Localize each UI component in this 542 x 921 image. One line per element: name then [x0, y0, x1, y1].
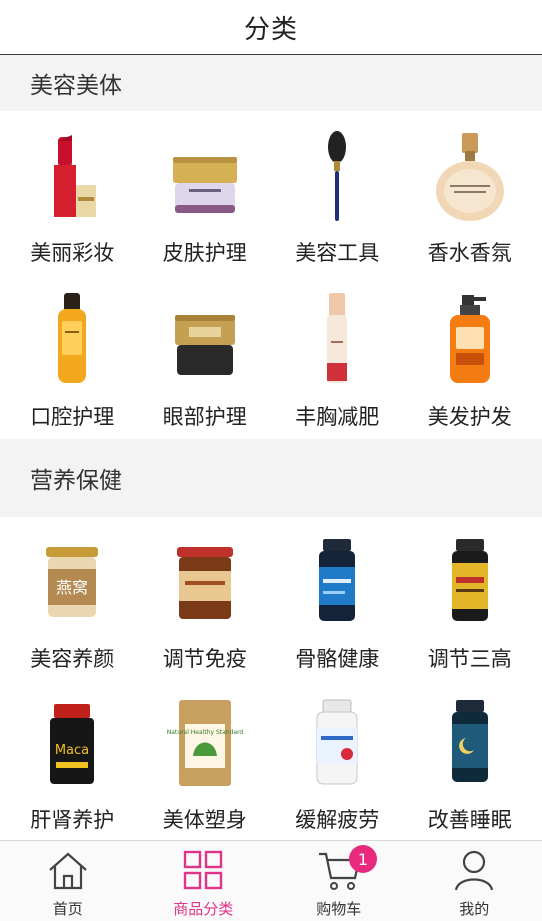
healthy-pouch-icon: Natural Healthy Standard [165, 694, 245, 790]
tab-label: 我的 [459, 900, 490, 918]
category-item-hair-care[interactable]: 美发护发 [404, 275, 537, 439]
category-label: 调节三高 [427, 647, 512, 671]
tab-profile[interactable]: 我的 [407, 841, 542, 921]
category-item-sleep[interactable]: 改善睡眠 [404, 678, 537, 839]
category-item-three-highs[interactable]: 调节三高 [404, 517, 537, 678]
category-item-fatigue-relief[interactable]: 缓解疲劳 [271, 678, 404, 839]
tab-home[interactable]: 首页 [0, 841, 136, 921]
sleep-bottle-icon [430, 694, 510, 790]
supplement-bottle-gold-icon [430, 533, 510, 629]
category-label: 美容养颜 [30, 647, 115, 671]
category-label: 口腔护理 [30, 405, 115, 429]
category-label: 美丽彩妆 [30, 241, 115, 265]
makeup-brush-icon [297, 127, 377, 223]
category-label: 香水香氛 [427, 241, 512, 265]
eye-cream-jar-icon [165, 291, 245, 387]
bottom-tab-bar: 首页 商品分类 1 购物车 我的 [0, 840, 542, 921]
category-item-skin-nourish[interactable]: 燕窝 美容养颜 [6, 517, 139, 678]
category-grid-nutrition: 燕窝 美容养颜 调节免疫 骨骼健康 调节三高 Maca 肝肾养护 Natural… [0, 517, 542, 839]
maca-bottle-icon: Maca [32, 694, 112, 790]
tab-categories[interactable]: 商品分类 [136, 841, 272, 921]
tab-label: 商品分类 [173, 900, 234, 918]
category-label: 美发护发 [427, 405, 512, 429]
category-label: 肝肾养护 [30, 808, 115, 832]
supplement-bottle-white-icon [297, 694, 377, 790]
supplement-bottle-blue-icon [297, 533, 377, 629]
cream-jar-icon [165, 127, 245, 223]
category-item-bone-health[interactable]: 骨骼健康 [271, 517, 404, 678]
lipstick-icon [32, 127, 112, 223]
cart-badge: 1 [349, 845, 377, 873]
svg-text:Natural Healthy Standard: Natural Healthy Standard [167, 729, 244, 736]
category-item-oral-care[interactable]: 口腔护理 [6, 275, 139, 439]
category-item-immunity[interactable]: 调节免疫 [139, 517, 272, 678]
category-item-slimming[interactable]: 丰胸减肥 [271, 275, 404, 439]
user-icon [455, 850, 494, 891]
section-header-nutrition: 营养保健 [0, 439, 542, 517]
home-icon [49, 852, 87, 890]
shampoo-bottle-icon [430, 291, 510, 387]
category-label: 骨骼健康 [295, 647, 380, 671]
category-grid-icon [184, 850, 223, 890]
tab-label: 首页 [52, 900, 83, 918]
category-label: 调节免疫 [162, 647, 247, 671]
category-item-body-shaping[interactable]: Natural Healthy Standard 美体塑身 [139, 678, 272, 839]
honey-jar-icon [165, 533, 245, 629]
tab-label: 购物车 [316, 900, 362, 918]
category-label: 美体塑身 [162, 808, 247, 832]
category-label: 眼部护理 [162, 405, 247, 429]
tab-cart[interactable]: 1 购物车 [271, 841, 407, 921]
category-item-perfume[interactable]: 香水香氛 [404, 111, 537, 275]
category-item-beauty-tools[interactable]: 美容工具 [271, 111, 404, 275]
yellow-bottle-icon [32, 291, 112, 387]
category-label: 皮肤护理 [162, 241, 247, 265]
birdnest-jar-icon: 燕窝 [32, 533, 112, 629]
category-label: 改善睡眠 [427, 808, 512, 832]
top-bar: 分类 [0, 0, 542, 55]
svg-text:Maca: Maca [55, 743, 89, 758]
category-grid-beauty: 美丽彩妆 皮肤护理 美容工具 香水香氛 口腔护理 眼部护理 丰胸减肥 美发护发 [0, 111, 542, 439]
category-label: 缓解疲劳 [295, 808, 380, 832]
section-header-beauty: 美容美体 [0, 55, 542, 111]
page-title: 分类 [243, 14, 298, 45]
pump-bottle-icon [297, 291, 377, 387]
category-item-makeup[interactable]: 美丽彩妆 [6, 111, 139, 275]
category-label: 美容工具 [295, 241, 380, 265]
perfume-bottle-icon [430, 127, 510, 223]
svg-text:燕窝: 燕窝 [56, 578, 88, 597]
category-item-eye-care[interactable]: 眼部护理 [139, 275, 272, 439]
category-label: 丰胸减肥 [295, 405, 380, 429]
category-item-skincare[interactable]: 皮肤护理 [139, 111, 272, 275]
section-title: 营养保健 [30, 468, 122, 494]
section-title: 美容美体 [30, 73, 122, 99]
category-item-liver-kidney[interactable]: Maca 肝肾养护 [6, 678, 139, 839]
